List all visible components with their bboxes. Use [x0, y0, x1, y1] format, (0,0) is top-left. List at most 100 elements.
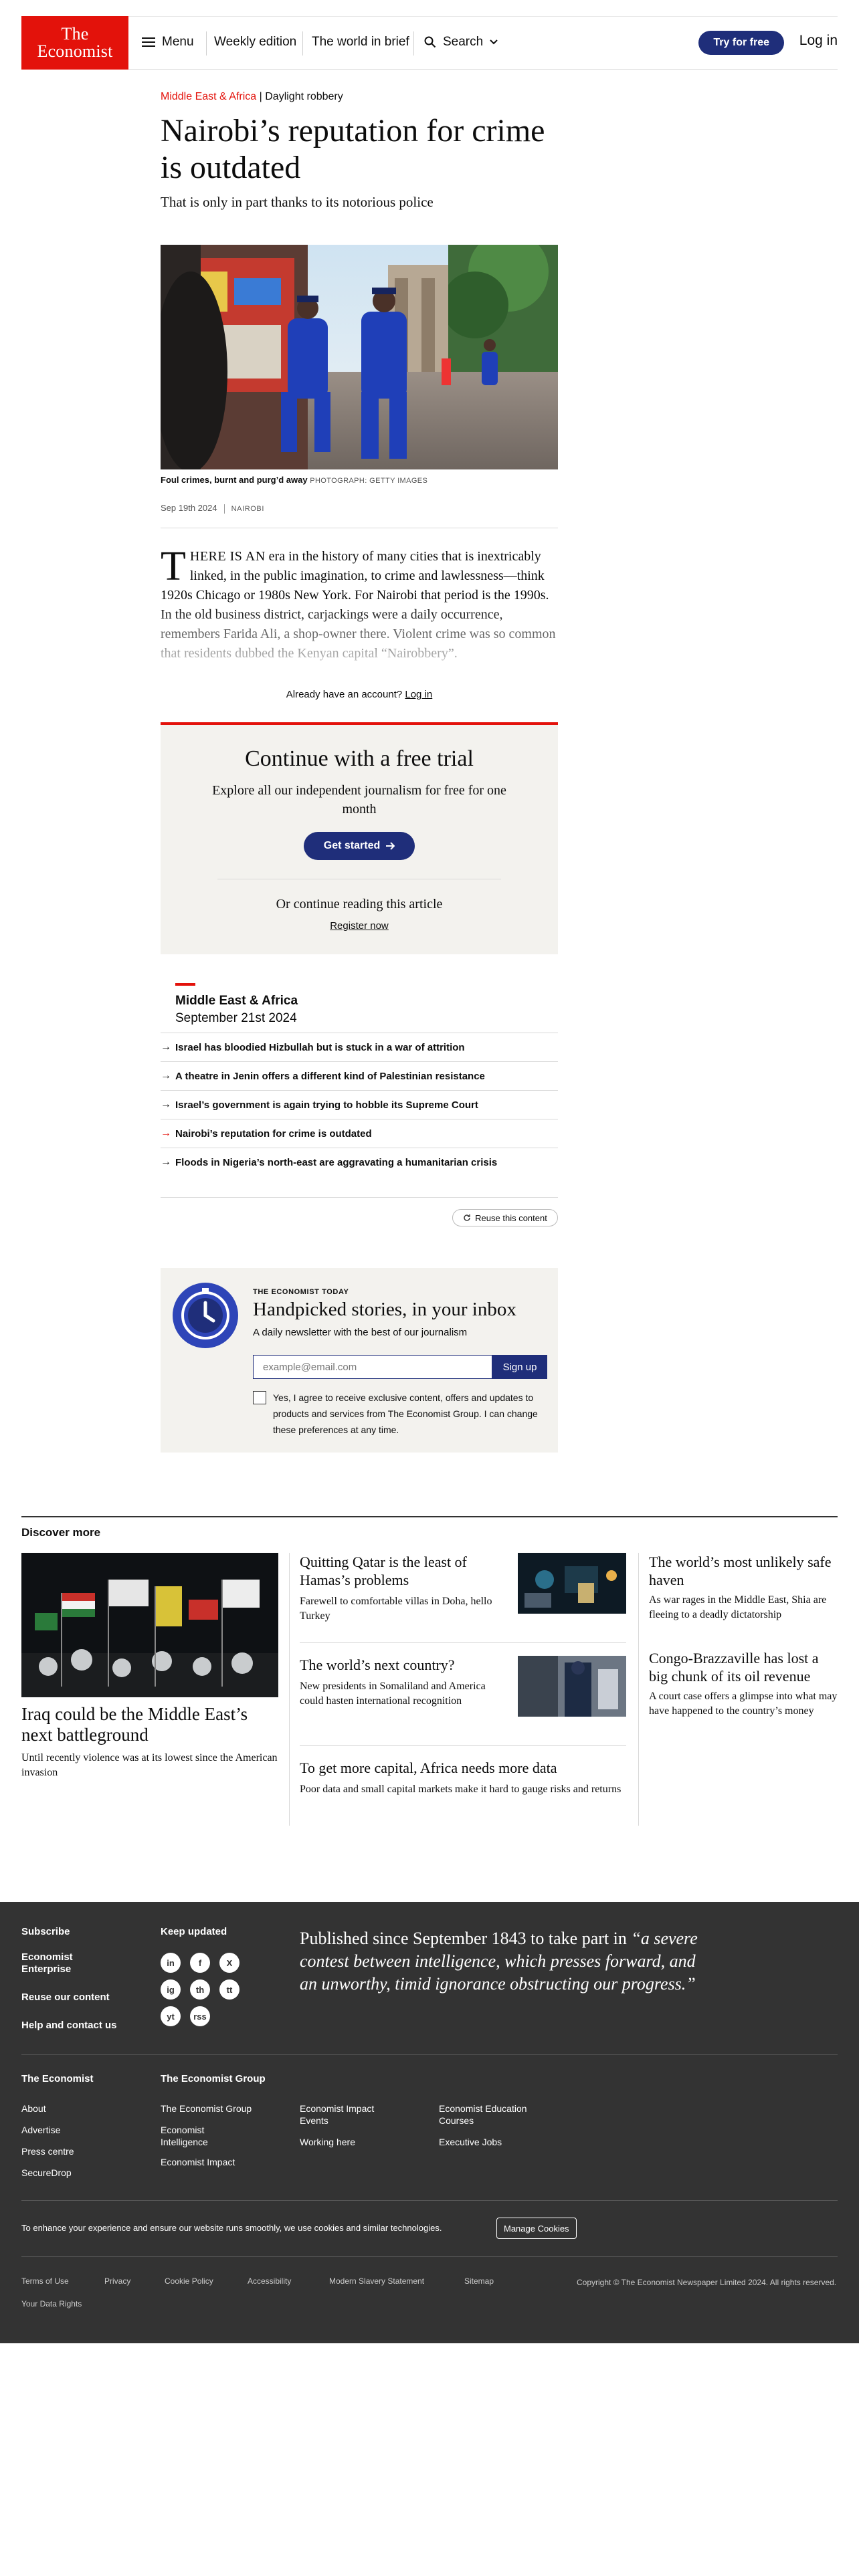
footer-link[interactable]: Press centre [21, 2145, 74, 2157]
footer-help-link[interactable]: Help and contact us [21, 2020, 117, 2031]
legal-link[interactable]: Sitemap [464, 2276, 494, 2286]
arrow-right-icon [386, 842, 395, 850]
related-article[interactable]: → Israel’s government is again trying to … [161, 1090, 558, 1119]
legal-link[interactable]: Accessibility [248, 2276, 291, 2286]
footer-link[interactable]: Advertise [21, 2124, 60, 2136]
footer-link[interactable]: The Economist Group [161, 2103, 252, 2115]
discover-story[interactable]: Congo-Brazzaville has lost a big chunk o… [649, 1649, 838, 1719]
email-field[interactable] [253, 1355, 492, 1379]
get-started-button[interactable]: Get started [303, 832, 415, 860]
related-article[interactable]: → Israel has bloodied Hizbullah but is st… [161, 1033, 558, 1061]
footer-link[interactable]: About [21, 2103, 46, 2115]
legal-link[interactable]: Modern Slavery Statement [329, 2276, 424, 2286]
section-link[interactable]: Middle East & Africa [161, 91, 256, 102]
related-article[interactable]: → Floods in Nigeria’s north-east are aggr… [161, 1148, 558, 1176]
footer-link[interactable]: Economist Education Courses [439, 2103, 539, 2127]
x-icon[interactable]: X [219, 1953, 240, 1973]
footer-link[interactable]: Executive Jobs [439, 2136, 502, 2148]
section-accent-bar [175, 983, 195, 986]
logo-line-2: Economist [37, 41, 113, 61]
search-button[interactable]: Search [424, 35, 498, 49]
already-text: Already have an account? [286, 689, 403, 700]
chevron-down-icon [490, 39, 498, 45]
footer-enterprise-link[interactable]: Economist Enterprise [21, 1951, 88, 1975]
arrow-right-icon: → [161, 1041, 171, 1053]
footer-link[interactable]: Working here [300, 2136, 355, 2148]
discover-story-subtitle: Farewell to comfortable villas in Doha, … [300, 1596, 492, 1622]
caption-credit: PHOTOGRAPH: GETTY IMAGES [310, 477, 428, 485]
discover-story[interactable]: To get more capital, Africa needs more d… [300, 1759, 626, 1826]
footer-quote: Published since September 1843 to take p… [300, 1927, 701, 1996]
youtube-icon[interactable]: yt [161, 2006, 181, 2026]
nav-divider [206, 31, 207, 56]
footer-divider [21, 2200, 838, 2201]
refresh-icon [464, 1214, 470, 1221]
logo-line-1: The [61, 24, 89, 43]
threads-icon[interactable]: th [190, 1979, 210, 2000]
manage-cookies-button[interactable]: Manage Cookies [496, 2218, 577, 2239]
try-for-free-button[interactable]: Try for free [698, 31, 784, 55]
lead-story-title[interactable]: Iraq could be the Middle East’s next bat… [21, 1704, 278, 1745]
footer-link[interactable]: Economist Impact [161, 2156, 235, 2168]
related-article-title: Nairobi’s reputation for crime is outdat… [175, 1128, 372, 1140]
menu-button[interactable]: Menu [142, 35, 194, 49]
arrow-right-icon: → [161, 1099, 171, 1110]
article-subtitle: That is only in part thanks to its notor… [161, 194, 434, 210]
lead-story-image[interactable] [21, 1553, 278, 1697]
consent-text: Yes, I agree to receive exclusive conten… [273, 1392, 538, 1435]
weekly-edition-link[interactable]: Weekly edition [214, 35, 296, 49]
consent-checkbox[interactable] [253, 1391, 266, 1404]
discover-story-subtitle: Poor data and small capital markets make… [300, 1784, 622, 1795]
discover-story[interactable]: The world’s most unlikely safe haven As … [649, 1553, 838, 1622]
story-thumbnail [518, 1553, 626, 1614]
linkedin-icon[interactable]: in [161, 1953, 181, 1973]
discover-heading: Discover more [21, 1526, 101, 1539]
free-trial-box: Continue with a free trial Explore all o… [161, 722, 558, 954]
footer-reuse-link[interactable]: Reuse our content [21, 1992, 110, 2003]
paywall-fade [161, 607, 558, 681]
facebook-icon[interactable]: f [190, 1953, 210, 1973]
discover-story-title: To get more capital, Africa needs more d… [300, 1759, 557, 1776]
instagram-icon[interactable]: ig [161, 1979, 181, 2000]
legal-link[interactable]: Terms of Use [21, 2276, 69, 2286]
rubric: Daylight robbery [265, 91, 343, 102]
data-rights-link[interactable]: Your Data Rights [21, 2299, 82, 2309]
related-article[interactable]: → A theatre in Jenin offers a different k… [161, 1061, 558, 1090]
register-link[interactable]: Register now [330, 920, 389, 932]
login-link[interactable]: Log in [799, 33, 838, 49]
newsletter-description: A daily newsletter with the best of our … [253, 1327, 468, 1338]
arrow-right-icon: → [161, 1070, 171, 1081]
login-link-inline[interactable]: Log in [405, 689, 432, 700]
footer-link[interactable]: SecureDrop [21, 2167, 72, 2179]
discover-divider [21, 1516, 838, 1517]
reuse-content-button[interactable]: Reuse this content [452, 1209, 558, 1226]
dateline: Sep 19th 2024 NAIROBI [161, 503, 558, 514]
clock-icon [173, 1283, 238, 1348]
footer-link[interactable]: Economist Intelligence [161, 2124, 227, 2148]
related-article-current[interactable]: → Nairobi’s reputation for crime is outda… [161, 1119, 558, 1148]
trial-title: Continue with a free trial [245, 746, 474, 771]
legal-link[interactable]: Privacy [104, 2276, 130, 2286]
tiktok-icon[interactable]: tt [219, 1979, 240, 2000]
footer-divider [21, 2054, 838, 2055]
discover-story-title: Congo-Brazzaville has lost a big chunk o… [649, 1650, 819, 1685]
story-divider [300, 1745, 626, 1746]
related-article-title: A theatre in Jenin offers a different ki… [175, 1070, 485, 1082]
economist-logo[interactable]: The Economist [21, 16, 128, 70]
discover-story[interactable]: Quitting Qatar is the least of Hamas’s p… [300, 1553, 626, 1636]
more-section-title[interactable]: Middle East & Africa [175, 994, 298, 1008]
world-in-brief-link[interactable]: The world in brief [312, 35, 409, 49]
more-from-section: Middle East & Africa September 21st 2024… [161, 983, 558, 1190]
menu-label: Menu [162, 35, 194, 49]
footer-subscribe-link[interactable]: Subscribe [21, 1926, 70, 1937]
footer-col-heading: The Economist [21, 2073, 94, 2084]
search-icon [424, 36, 436, 48]
lead-story-subtitle: Until recently violence was at its lowes… [21, 1752, 278, 1778]
legal-link[interactable]: Cookie Policy [165, 2276, 213, 2286]
reuse-label: Reuse this content [475, 1212, 547, 1223]
footer-link[interactable]: Economist Impact Events [300, 2103, 387, 2127]
sign-up-button[interactable]: Sign up [492, 1355, 547, 1379]
rss-icon[interactable]: rss [190, 2006, 210, 2026]
discover-story[interactable]: The world’s next country? New presidents… [300, 1656, 626, 1739]
drop-cap: T [161, 547, 186, 589]
